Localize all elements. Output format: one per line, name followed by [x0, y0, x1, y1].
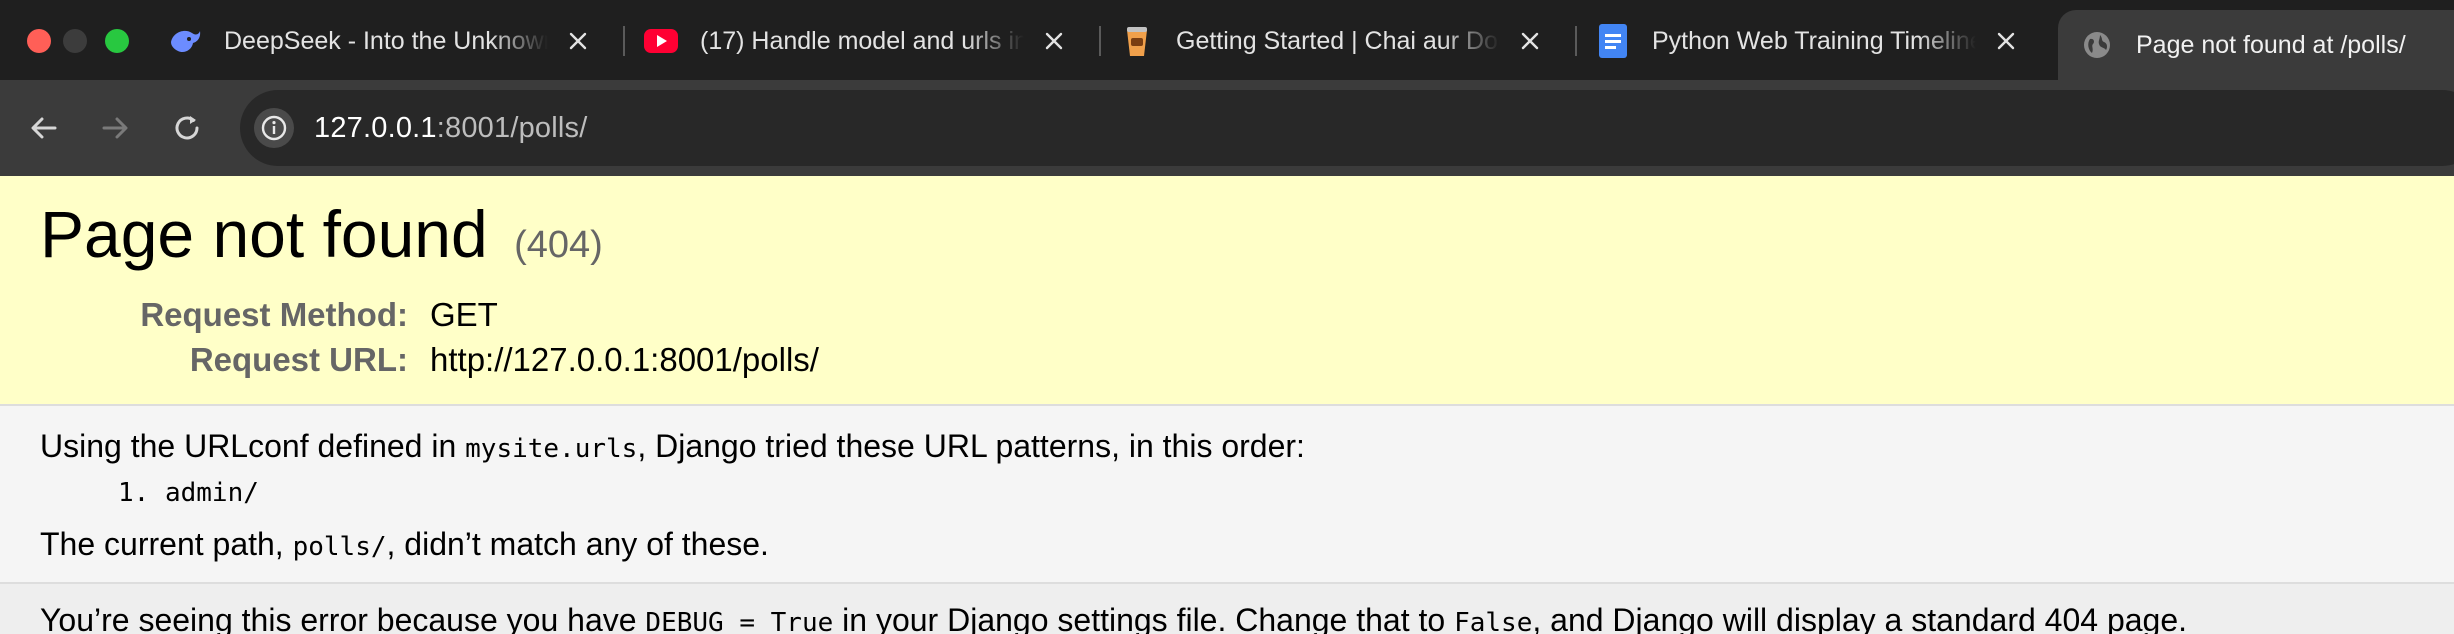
urlconf-intro-before: Using the URLconf defined in [40, 428, 466, 464]
tab-title: Getting Started | Chai aur Doc [1176, 26, 1500, 55]
window-maximize-button[interactable] [105, 29, 129, 53]
status-code: (404) [514, 224, 603, 266]
debug-explanation: You’re seeing this error because you hav… [0, 582, 2454, 634]
close-icon[interactable] [1986, 21, 2026, 61]
reload-icon[interactable] [163, 104, 211, 152]
close-icon[interactable] [1510, 21, 1550, 61]
url-patterns-info: Using the URLconf defined in mysite.urls… [0, 406, 2454, 582]
explanation-before: You’re seeing this error because you hav… [40, 602, 646, 634]
current-path-before: The current path, [40, 526, 293, 562]
url-host: 127.0.0.1 [314, 111, 437, 144]
chai-cup-icon [1120, 24, 1154, 58]
urlconf-module: mysite.urls [465, 434, 638, 464]
forward-arrow-icon[interactable] [91, 104, 139, 152]
site-info-icon[interactable] [254, 108, 294, 148]
back-arrow-icon[interactable] [20, 104, 68, 152]
youtube-icon [644, 24, 678, 58]
window-minimize-button[interactable] [63, 29, 87, 53]
close-icon[interactable] [558, 21, 598, 61]
tab-chai-aur-docs[interactable]: Getting Started | Chai aur Doc [1098, 10, 1564, 72]
urlconf-intro-after: , Django tried these URL patterns, in th… [637, 428, 1305, 464]
tab-title: (17) Handle model and urls in [700, 26, 1024, 55]
explanation-after: , and Django will display a standard 404… [1532, 602, 2188, 634]
tab-title: Python Web Training Timeline [1652, 26, 1976, 55]
request-url-label: Request URL: [189, 341, 408, 378]
request-method-label: Request Method: [140, 296, 408, 333]
google-docs-icon [1596, 24, 1630, 58]
browser-toolbar: 127.0.0.1:8001/polls/ [0, 80, 2454, 176]
explanation-middle: in your Django settings file. Change tha… [833, 602, 1455, 634]
page-title-text: Page not found [40, 197, 488, 271]
close-icon[interactable] [1034, 21, 1074, 61]
debug-explanation-text: You’re seeing this error because you hav… [40, 602, 2187, 634]
debug-setting: DEBUG = True [645, 608, 834, 634]
current-path-after: , didn’t match any of these. [386, 526, 769, 562]
url-text[interactable]: 127.0.0.1:8001/polls/ [314, 112, 587, 145]
current-path: polls/ [292, 532, 387, 562]
request-url-row: Request URL: http://127.0.0.1:8001/polls… [0, 341, 819, 379]
page-title: Page not found (404) [40, 196, 603, 272]
urlconf-intro: Using the URLconf defined in mysite.urls… [40, 428, 1305, 465]
browser-tab-strip: DeepSeek - Into the Unknown (17) Handle … [0, 0, 2454, 80]
url-pattern-item: 1. admin/ [118, 478, 259, 508]
window-close-button[interactable] [27, 29, 51, 53]
false-value: False [1454, 608, 1533, 634]
tab-youtube[interactable]: (17) Handle model and urls in [622, 10, 1088, 72]
tab-title: Page not found at /polls/ [2136, 30, 2406, 59]
request-method-row: Request Method: GET [0, 296, 498, 334]
request-url-value: http://127.0.0.1:8001/polls/ [430, 341, 819, 378]
deepseek-whale-icon [168, 24, 202, 58]
address-bar[interactable]: 127.0.0.1:8001/polls/ [240, 90, 2454, 166]
error-summary: Page not found (404) Request Method: GET… [0, 176, 2454, 406]
request-method-value: GET [430, 296, 498, 333]
url-path: :8001/polls/ [436, 111, 588, 144]
tab-deepseek[interactable]: DeepSeek - Into the Unknown [146, 10, 612, 72]
current-path-message: The current path, polls/, didn’t match a… [40, 526, 769, 563]
tab-python-web-training[interactable]: Python Web Training Timeline [1574, 10, 2040, 72]
tab-page-not-found[interactable]: Page not found at /polls/ [2058, 10, 2454, 80]
tab-title: DeepSeek - Into the Unknown [224, 26, 548, 55]
globe-icon [2080, 28, 2114, 62]
url-pattern-list: 1. admin/ [118, 478, 259, 508]
